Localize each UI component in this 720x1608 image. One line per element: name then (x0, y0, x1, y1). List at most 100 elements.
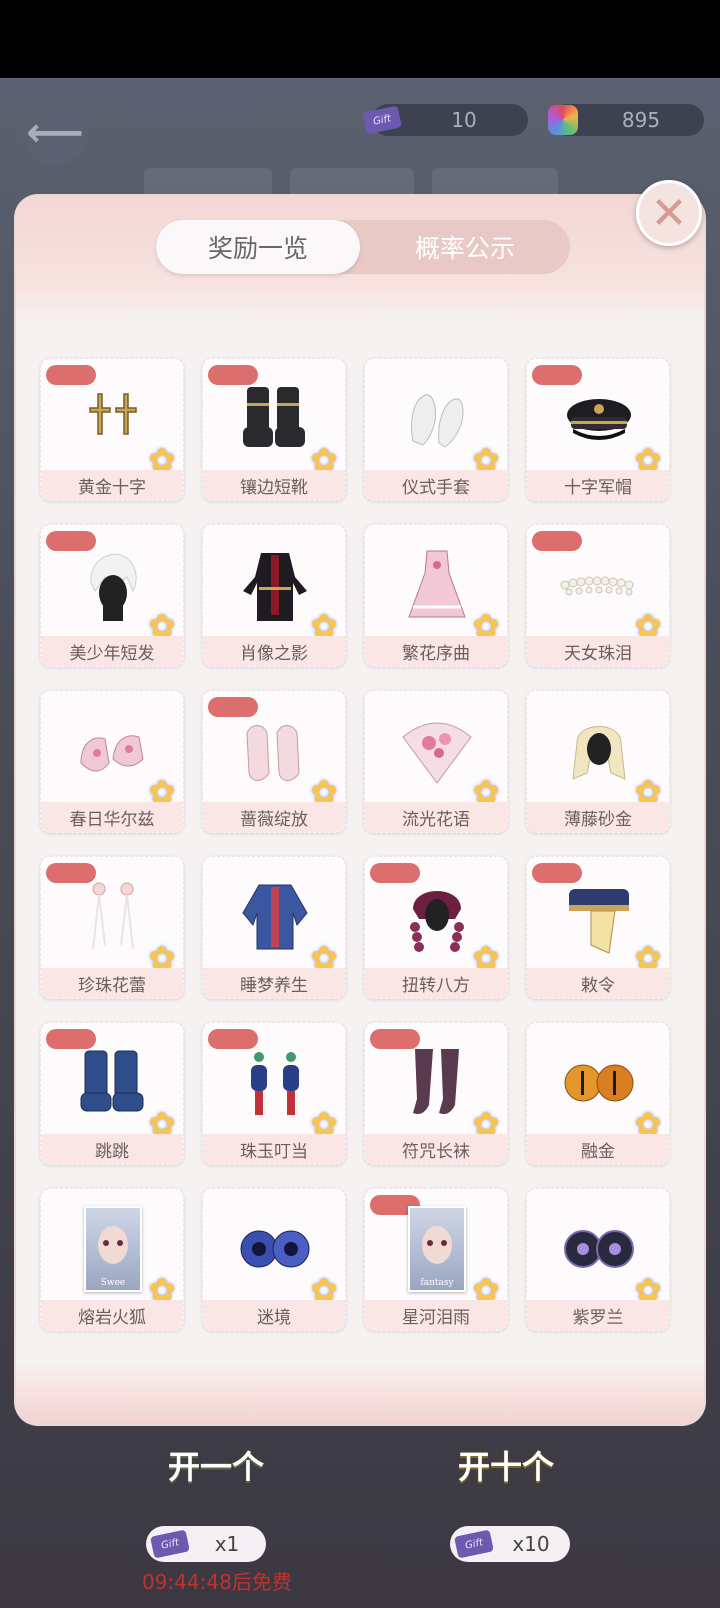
item-name: 扭转八方 (365, 968, 507, 998)
card-caption: fantasy (420, 1278, 454, 1288)
background-tab-1 (144, 168, 272, 198)
tab-probability[interactable]: 概率公示 (360, 220, 570, 274)
golden-eyes-icon (557, 1041, 641, 1125)
close-icon: ✕ (650, 187, 688, 239)
reward-card[interactable]: ✿ 黄金十字 (40, 358, 184, 501)
white-gloves-icon (395, 377, 479, 461)
reward-card[interactable]: fantasy ✿ 星河泪雨 (364, 1188, 508, 1331)
modal-tabs: 奖励一览 概率公示 (156, 220, 570, 274)
item-name: 睡梦养生 (203, 968, 345, 998)
lace-gloves-icon (233, 709, 317, 793)
reward-card[interactable]: ✿ 镶边短靴 (202, 358, 346, 501)
open-ten-cost: Gift x10 (450, 1526, 570, 1562)
item-name: 迷境 (203, 1300, 345, 1330)
reward-card[interactable]: ✿ 跳跳 (40, 1022, 184, 1165)
item-name: 十字军帽 (527, 470, 669, 500)
item-name: 黄金十字 (41, 470, 183, 500)
open-ten-button[interactable]: 开十个 (436, 1440, 576, 1490)
reward-card[interactable]: ✿ 肖像之影 (202, 524, 346, 667)
lantern-earrings-icon (233, 1041, 317, 1125)
item-name: 敕令 (527, 968, 669, 998)
reward-card[interactable]: ✿ 紫罗兰 (526, 1188, 670, 1331)
reward-card[interactable]: ✿ 流光花语 (364, 690, 508, 833)
pearl-headband-icon (557, 543, 641, 627)
item-name: 繁花序曲 (365, 636, 507, 666)
reward-card[interactable]: ✿ 繁花序曲 (364, 524, 508, 667)
reward-card[interactable]: ✿ 敕令 (526, 856, 670, 999)
blue-eyes-icon (233, 1207, 317, 1291)
background-tab-3 (432, 168, 558, 198)
back-arrow-icon: ⟵ (26, 110, 84, 156)
item-name: 美少年短发 (41, 636, 183, 666)
flower-fan-icon (395, 709, 479, 793)
reward-card[interactable]: ✿ 十字军帽 (526, 358, 670, 501)
modal-footer-decoration (16, 1360, 704, 1424)
ticket-counter: Gift 10 (362, 104, 528, 136)
item-name: 熔岩火狐 (41, 1300, 183, 1330)
pink-dress-icon (395, 543, 479, 627)
item-name: 珠玉叮当 (203, 1134, 345, 1164)
reward-card[interactable]: ✿ 天女珠泪 (526, 524, 670, 667)
reward-card[interactable]: ✿ 扭转八方 (364, 856, 508, 999)
purple-stockings-icon (395, 1041, 479, 1125)
item-name: 珍珠花蕾 (41, 968, 183, 998)
violet-eyes-icon (557, 1207, 641, 1291)
reward-modal: 奖励一览 概率公示 ✿ 黄金十字 ✿ 镶边短靴 ✿ 仪式手套 ✿ 十字军帽 ✿ 美少年短发 ✿ 肖像之… (16, 196, 704, 1424)
pink-shoes-icon (71, 709, 155, 793)
item-name: 跳跳 (41, 1134, 183, 1164)
back-button[interactable]: ⟵ (22, 100, 88, 166)
tab-reward-list[interactable]: 奖励一览 (156, 220, 360, 274)
open-one-cost: Gift x1 (146, 1526, 266, 1562)
ticket-icon: Gift (150, 1529, 190, 1559)
reward-card[interactable]: Swee ✿ 熔岩火狐 (40, 1188, 184, 1331)
reward-card[interactable]: ✿ 符咒长袜 (364, 1022, 508, 1165)
military-cap-icon (557, 377, 641, 461)
blue-boots-icon (71, 1041, 155, 1125)
reward-card[interactable]: ✿ 融金 (526, 1022, 670, 1165)
item-name: 蔷薇绽放 (203, 802, 345, 832)
reward-card[interactable]: ✿ 蔷薇绽放 (202, 690, 346, 833)
item-name: 仪式手套 (365, 470, 507, 500)
black-boots-icon (233, 377, 317, 461)
item-name: 流光花语 (365, 802, 507, 832)
reward-card[interactable]: ✿ 春日华尔兹 (40, 690, 184, 833)
reward-card[interactable]: ✿ 珠玉叮当 (202, 1022, 346, 1165)
portrait-card-icon: Swee (71, 1206, 155, 1292)
braided-hair-icon (395, 875, 479, 959)
card-caption: Swee (100, 1278, 126, 1288)
item-name: 薄藤砂金 (527, 802, 669, 832)
reward-card[interactable]: ✿ 睡梦养生 (202, 856, 346, 999)
white-short-hair-icon (71, 543, 155, 627)
close-button[interactable]: ✕ (636, 180, 702, 246)
blonde-hair-icon (557, 709, 641, 793)
item-name: 符咒长袜 (365, 1134, 507, 1164)
gem-count: 895 (621, 108, 661, 132)
free-timer: 09:44:48后免费 (142, 1570, 292, 1594)
pearl-earrings-icon (71, 875, 155, 959)
item-name: 星河泪雨 (365, 1300, 507, 1330)
ticket-count: 10 (451, 108, 477, 132)
open-one-count: x1 (214, 1532, 240, 1556)
item-name: 肖像之影 (203, 636, 345, 666)
reward-card[interactable]: ✿ 薄藤砂金 (526, 690, 670, 833)
reward-card[interactable]: ✿ 珍珠花蕾 (40, 856, 184, 999)
reward-card[interactable]: ✿ 迷境 (202, 1188, 346, 1331)
dark-outfit-icon (233, 543, 317, 627)
gem-icon (548, 105, 578, 135)
item-name: 紫罗兰 (527, 1300, 669, 1330)
gold-cross-earrings-icon (71, 377, 155, 461)
status-bar (0, 0, 720, 78)
open-ten-count: x10 (512, 1532, 550, 1556)
reward-card[interactable]: ✿ 仪式手套 (364, 358, 508, 501)
background-tab-2 (290, 168, 414, 198)
talisman-hat-icon (557, 875, 641, 959)
item-name: 天女珠泪 (527, 636, 669, 666)
item-name: 融金 (527, 1134, 669, 1164)
portrait-card-icon: fantasy (395, 1206, 479, 1292)
gem-counter: 895 (548, 104, 704, 136)
open-one-button[interactable]: 开一个 (146, 1440, 286, 1490)
item-name: 春日华尔兹 (41, 802, 183, 832)
item-name: 镶边短靴 (203, 470, 345, 500)
reward-card[interactable]: ✿ 美少年短发 (40, 524, 184, 667)
blue-jacket-icon (233, 875, 317, 959)
